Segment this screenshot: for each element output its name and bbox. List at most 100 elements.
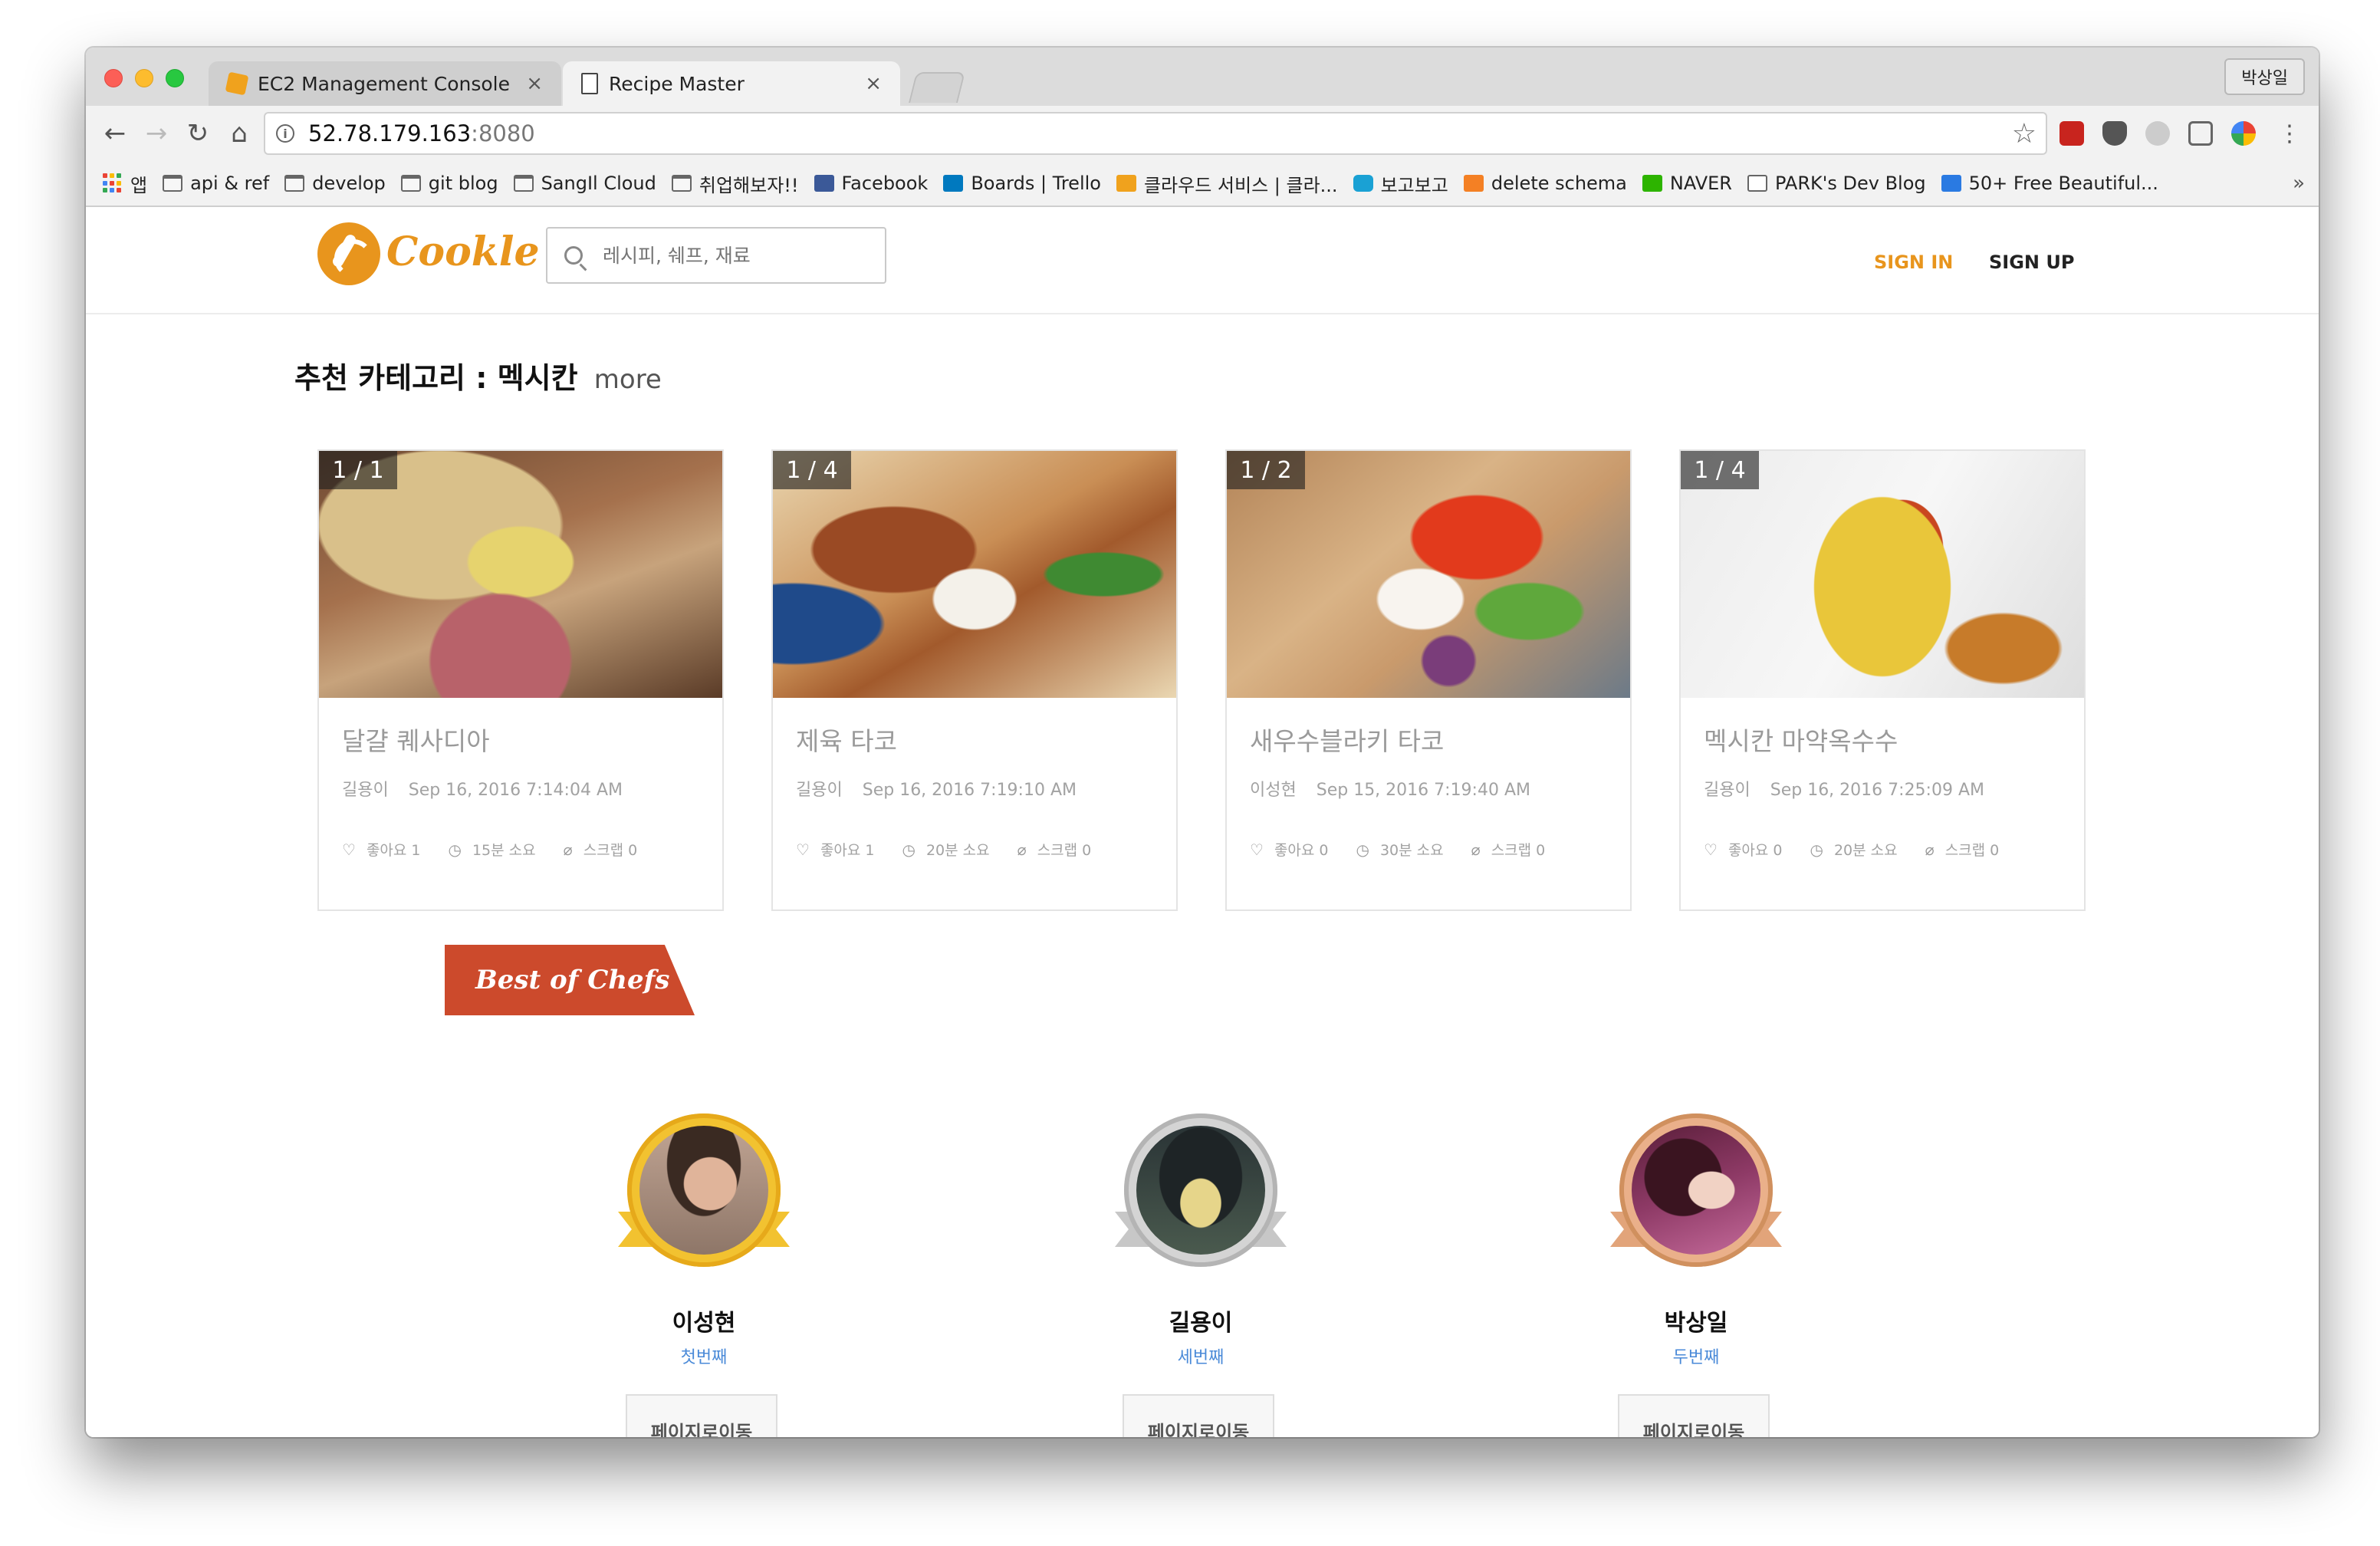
like-count: 좋아요 1 [366, 842, 421, 859]
browser-toolbar: ← → ↻ ⌂ i 52.78.179.163:8080 ☆ ⋮ [86, 106, 2319, 161]
go-to-page-button[interactable]: 페이지로이동 [626, 1394, 777, 1437]
recipe-card[interactable]: 1 / 4 멕시칸 마약옥수수 길용이 Sep 16, 2016 7:25:09 … [1679, 449, 2086, 911]
pocket-icon[interactable] [2102, 121, 2127, 146]
recipe-author[interactable]: 길용이 [796, 781, 843, 800]
recipe-image[interactable]: 1 / 1 [319, 451, 722, 698]
silver-medal-icon [1124, 1113, 1277, 1267]
bookmark-label: 앱 [130, 174, 148, 196]
sign-in-link[interactable]: SIGN IN [1874, 252, 1953, 273]
site-search[interactable] [546, 227, 886, 284]
folder-icon [163, 175, 183, 192]
bookmark-facebook[interactable]: Facebook [814, 173, 928, 194]
go-to-page-button[interactable]: 페이지로이동 [1618, 1394, 1770, 1437]
bookmark-star-icon[interactable]: ☆ [2012, 118, 2036, 150]
like-count: 좋아요 0 [1274, 842, 1329, 859]
site-logo[interactable]: Cookle [386, 229, 540, 275]
bookmarks-overflow-icon[interactable]: » [2293, 172, 2305, 195]
chef-avatar[interactable] [1136, 1126, 1265, 1255]
address-bar[interactable]: i 52.78.179.163:8080 ☆ [264, 112, 2047, 155]
color-picker-icon[interactable] [2231, 121, 2256, 146]
bookmark-cloud-service[interactable]: 클라우드 서비스 | 클라... [1116, 170, 1338, 197]
recipe-title[interactable]: 멕시칸 마약옥수수 [1704, 721, 1898, 758]
bookmark-folder-develop[interactable]: develop [284, 173, 386, 194]
bookmark-label: git blog [428, 173, 498, 194]
recipe-date: Sep 16, 2016 7:14:04 AM [408, 781, 623, 800]
go-to-page-button[interactable]: 페이지로이동 [1123, 1394, 1274, 1437]
site-header: Cookle SIGN IN SIGN UP [86, 207, 2319, 314]
forward-arrow-icon[interactable]: → [140, 117, 173, 150]
bookmark-free-beautiful[interactable]: 50+ Free Beautiful... [1941, 173, 2158, 194]
tab-recipe-master[interactable]: Recipe Master × [563, 61, 900, 106]
reload-icon[interactable]: ↻ [181, 117, 215, 150]
bookmark-folder-jobs[interactable]: 취업해보자!! [671, 170, 799, 197]
recipe-image[interactable]: 1 / 4 [773, 451, 1176, 698]
bookmark-naver[interactable]: NAVER [1642, 173, 1732, 194]
profile-button[interactable]: 박상일 [2224, 58, 2305, 95]
recipe-card[interactable]: 1 / 1 달걀 퀘사디아 길용이 Sep 16, 2016 7:14:04 AM… [317, 449, 724, 911]
recipe-card[interactable]: 1 / 2 새우수블라키 타코 이성현 Sep 15, 2016 7:19:40 … [1225, 449, 1632, 911]
like-stat[interactable]: ♡ 좋아요 1 [342, 839, 421, 860]
page-viewport: Cookle SIGN IN SIGN UP 추천 카테고리 : 멕시칸 mor… [86, 207, 2319, 1437]
like-stat[interactable]: ♡ 좋아요 1 [796, 839, 875, 860]
recipe-image[interactable]: 1 / 2 [1227, 451, 1630, 698]
scrap-stat[interactable]: ⌀ 스크랩 0 [1471, 839, 1546, 860]
cookle-logo-icon[interactable] [317, 222, 380, 285]
ublock-icon[interactable] [2059, 121, 2084, 146]
chef-name[interactable]: 길용이 [1101, 1304, 1300, 1337]
tab-ec2-console[interactable]: EC2 Management Console × [209, 61, 561, 106]
more-link[interactable]: more [594, 364, 662, 395]
document-icon [581, 73, 598, 94]
search-input[interactable] [603, 244, 879, 267]
bookmark-park-dev-blog[interactable]: PARK's Dev Blog [1747, 173, 1926, 194]
tab-close-icon[interactable]: × [526, 72, 543, 95]
folder-icon [513, 175, 534, 192]
screenshot-icon[interactable] [2188, 121, 2213, 146]
sign-up-link[interactable]: SIGN UP [1989, 252, 2074, 273]
bookmark-folder-git-blog[interactable]: git blog [400, 173, 498, 194]
recipe-title[interactable]: 새우수블라키 타코 [1250, 721, 1444, 758]
tab-title: Recipe Master [609, 72, 745, 95]
folder-icon [400, 175, 421, 192]
heart-icon: ♡ [1704, 840, 1718, 859]
bookmark-delete-schema[interactable]: delete schema [1463, 173, 1627, 194]
recipe-author[interactable]: 이성현 [1250, 781, 1297, 800]
home-icon[interactable]: ⌂ [222, 117, 256, 150]
menu-dots-icon[interactable]: ⋮ [2273, 117, 2306, 150]
scrap-count: 스크랩 0 [583, 842, 638, 859]
minimize-window-button[interactable] [135, 69, 153, 87]
maximize-window-button[interactable] [166, 69, 184, 87]
scrap-stat[interactable]: ⌀ 스크랩 0 [1925, 839, 2000, 860]
image-counter-badge: 1 / 1 [319, 451, 397, 489]
chef-name[interactable]: 이성현 [604, 1304, 804, 1337]
info-icon[interactable]: i [276, 124, 294, 143]
url-port: :8080 [471, 120, 535, 146]
recipe-author[interactable]: 길용이 [342, 781, 389, 800]
recipe-title[interactable]: 달걀 퀘사디아 [342, 721, 490, 758]
close-window-button[interactable] [104, 69, 123, 87]
recipe-meta: 길용이 Sep 16, 2016 7:19:10 AM [796, 776, 1077, 801]
chef-avatar[interactable] [1632, 1126, 1760, 1255]
facebook-icon [814, 175, 834, 192]
chef-name[interactable]: 박상일 [1596, 1304, 1796, 1337]
tab-close-icon[interactable]: × [865, 72, 882, 95]
bookmark-trello[interactable]: Boards | Trello [943, 173, 1101, 194]
scrap-stat[interactable]: ⌀ 스크랩 0 [564, 839, 638, 860]
new-tab-button[interactable] [909, 72, 965, 103]
globe-icon[interactable] [2145, 121, 2170, 146]
bookmark-folder-sangil-cloud[interactable]: SangIl Cloud [513, 173, 656, 194]
like-stat[interactable]: ♡ 좋아요 0 [1704, 839, 1783, 860]
recipe-title[interactable]: 제육 타코 [796, 721, 897, 758]
chef-avatar[interactable] [639, 1126, 768, 1255]
bookmark-bogobogo[interactable]: 보고보고 [1353, 170, 1448, 197]
scrap-stat[interactable]: ⌀ 스크랩 0 [1017, 839, 1092, 860]
like-stat[interactable]: ♡ 좋아요 0 [1250, 839, 1329, 860]
recipe-author[interactable]: 길용이 [1704, 781, 1750, 800]
back-arrow-icon[interactable]: ← [98, 117, 132, 150]
recipe-date: Sep 15, 2016 7:19:40 AM [1316, 781, 1530, 800]
bookmark-apps[interactable]: 앱 [103, 170, 147, 197]
cook-time: 30분 소요 [1379, 842, 1444, 859]
bookmark-folder-api-ref[interactable]: api & ref [163, 173, 269, 194]
recipe-card[interactable]: 1 / 4 제육 타코 길용이 Sep 16, 2016 7:19:10 AM ♡… [771, 449, 1178, 911]
recipe-image[interactable]: 1 / 4 [1681, 451, 2084, 698]
browser-window: EC2 Management Console × Recipe Master ×… [86, 48, 2319, 1437]
